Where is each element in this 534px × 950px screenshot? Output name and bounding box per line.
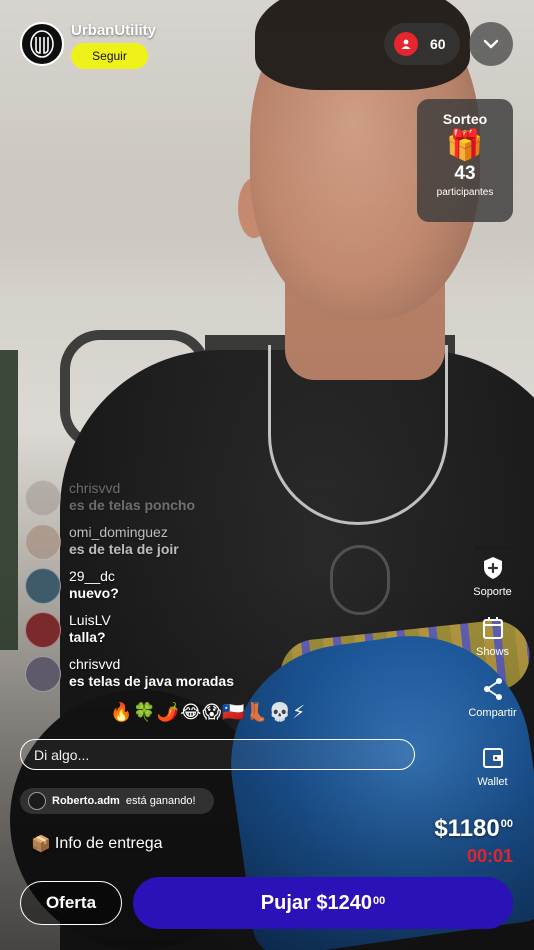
delivery-info-label: Info de entrega: [54, 835, 163, 852]
support-label: Soporte: [473, 586, 512, 598]
avatar[interactable]: [25, 524, 61, 560]
chat-message: chrisvvd es telas de java moradas: [25, 654, 325, 698]
scream-emoji-button[interactable]: 😱: [202, 702, 221, 723]
reaction-bar: 🔥 🍀 🌶️ 😂 😱 🇨🇱 👢 💀 ⚡: [110, 702, 305, 723]
boot-emoji-button[interactable]: 👢: [246, 702, 268, 723]
clover-emoji-button[interactable]: 🍀: [133, 702, 155, 723]
chat-username[interactable]: LuisLV: [69, 612, 111, 629]
offer-button[interactable]: Oferta: [20, 881, 122, 925]
collapse-button[interactable]: [469, 22, 513, 66]
store-name[interactable]: UrbanUtility: [71, 22, 156, 39]
current-price: $118000: [434, 815, 513, 843]
shows-button[interactable]: Shows: [455, 616, 530, 658]
bid-button-cents: 00: [372, 894, 386, 907]
fire-emoji-button[interactable]: 🔥: [110, 702, 132, 723]
package-icon: 📦: [31, 836, 51, 853]
shows-label: Shows: [475, 646, 510, 658]
share-label: Compartir: [468, 707, 517, 719]
chat-text: es de tela de joir: [69, 541, 179, 557]
chat-username[interactable]: 29__dc: [69, 568, 119, 585]
avatar[interactable]: [25, 612, 61, 648]
wallet-label: Wallet: [477, 776, 508, 788]
winning-username: Roberto.adm: [52, 795, 120, 807]
rail-divider: [474, 546, 512, 550]
chat-text: es telas de java moradas: [69, 673, 234, 689]
giveaway-participants-label: participantes: [436, 187, 494, 198]
auction-timer: 00:01: [466, 846, 513, 866]
chat-username[interactable]: chrisvvd: [69, 480, 195, 497]
chat-username[interactable]: chrisvvd: [69, 656, 234, 673]
lightning-emoji-button[interactable]: ⚡: [292, 702, 305, 723]
gift-icon: 🎁: [446, 129, 484, 162]
chat-message: LuisLV talla?: [25, 610, 325, 654]
winning-bidder-banner: Roberto.adm está ganando!: [20, 788, 214, 814]
follow-button[interactable]: Seguir: [71, 43, 148, 69]
chat-feed: chrisvvd es de telas poncho omi_domingue…: [25, 478, 325, 698]
store-avatar[interactable]: [20, 22, 64, 66]
shield-plus-icon: [483, 557, 502, 579]
bid-button-amount: Pujar $1240: [260, 891, 372, 914]
wallet-button[interactable]: Wallet: [455, 746, 530, 788]
chat-text: nuevo?: [69, 585, 119, 601]
wallet-icon: [482, 748, 503, 768]
avatar[interactable]: [25, 480, 61, 516]
chat-text: talla?: [69, 629, 106, 645]
current-price-cents: 00: [500, 818, 513, 830]
bid-button[interactable]: Pujar $124000: [133, 877, 513, 929]
store-logo-icon: [30, 30, 54, 58]
avatar: [28, 792, 46, 810]
viewer-count-value: 60: [430, 36, 446, 52]
giveaway-title: Sorteo: [442, 111, 488, 127]
winning-text: está ganando!: [125, 795, 196, 807]
support-button[interactable]: Soporte: [455, 556, 530, 598]
viewer-count[interactable]: 60: [384, 23, 460, 65]
chili-emoji-button[interactable]: 🌶️: [157, 702, 179, 723]
laugh-emoji-button[interactable]: 😂: [180, 702, 201, 723]
delivery-info-link[interactable]: 📦 Info de entrega: [31, 834, 163, 854]
chat-input[interactable]: [20, 739, 415, 770]
current-price-amount: $1180: [434, 815, 500, 842]
giveaway-card[interactable]: Sorteo 🎁 43 participantes: [417, 99, 513, 222]
calendar-icon: [482, 617, 503, 639]
share-icon: [483, 678, 502, 700]
chevron-down-icon: [483, 39, 499, 49]
avatar[interactable]: [25, 568, 61, 604]
user-icon: [394, 32, 418, 56]
giveaway-participant-count: 43: [454, 163, 476, 184]
chile-flag-emoji-button[interactable]: 🇨🇱: [222, 702, 244, 723]
share-button[interactable]: Compartir: [455, 677, 530, 719]
chat-message: chrisvvd es de telas poncho: [25, 478, 325, 522]
chat-message: 29__dc nuevo?: [25, 566, 325, 610]
chat-text: es de telas poncho: [69, 497, 196, 513]
avatar[interactable]: [25, 656, 61, 692]
chat-username[interactable]: omi_dominguez: [69, 524, 179, 541]
chat-message: omi_dominguez es de tela de joir: [25, 522, 325, 566]
skull-emoji-button[interactable]: 💀: [269, 702, 291, 723]
